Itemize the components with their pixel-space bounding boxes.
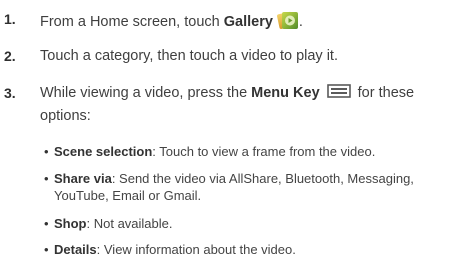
manual-page: 1. From a Home screen, touch Gallery . 2…: [0, 0, 470, 265]
step-text: From a Home screen, touch Gallery .: [40, 10, 303, 32]
bullet: •: [44, 144, 49, 159]
bullet: •: [44, 242, 49, 257]
gallery-label: Gallery: [223, 14, 273, 30]
option-description: : Touch to view a frame from the video.: [152, 144, 376, 159]
bullet: •: [44, 171, 49, 186]
step-number: 1.: [4, 11, 16, 27]
step-text: Touch a category, then touch a video to …: [40, 48, 338, 64]
option-label: Share via: [54, 171, 112, 186]
option-label: Details: [54, 242, 97, 257]
gallery-app-icon: [276, 10, 299, 32]
menu-key-icon: [326, 84, 351, 98]
bullet: •: [44, 216, 49, 231]
option-description: : Not available.: [86, 216, 173, 231]
option-label: Shop: [54, 216, 87, 231]
option-label: Scene selection: [54, 144, 153, 159]
option-description: : View information about the video.: [96, 242, 296, 257]
step-number: 3.: [4, 85, 16, 101]
menu-key-label: Menu Key: [251, 85, 320, 101]
step-text: While viewing a video, press the Menu Ke…: [40, 84, 415, 101]
option-description: : Send the video via AllShare, Bluetooth…: [111, 171, 414, 186]
step-text-continued: options:: [40, 108, 91, 124]
option-description-continued: YouTube, Email or Gmail.: [54, 188, 202, 203]
step-number: 2.: [4, 48, 16, 64]
